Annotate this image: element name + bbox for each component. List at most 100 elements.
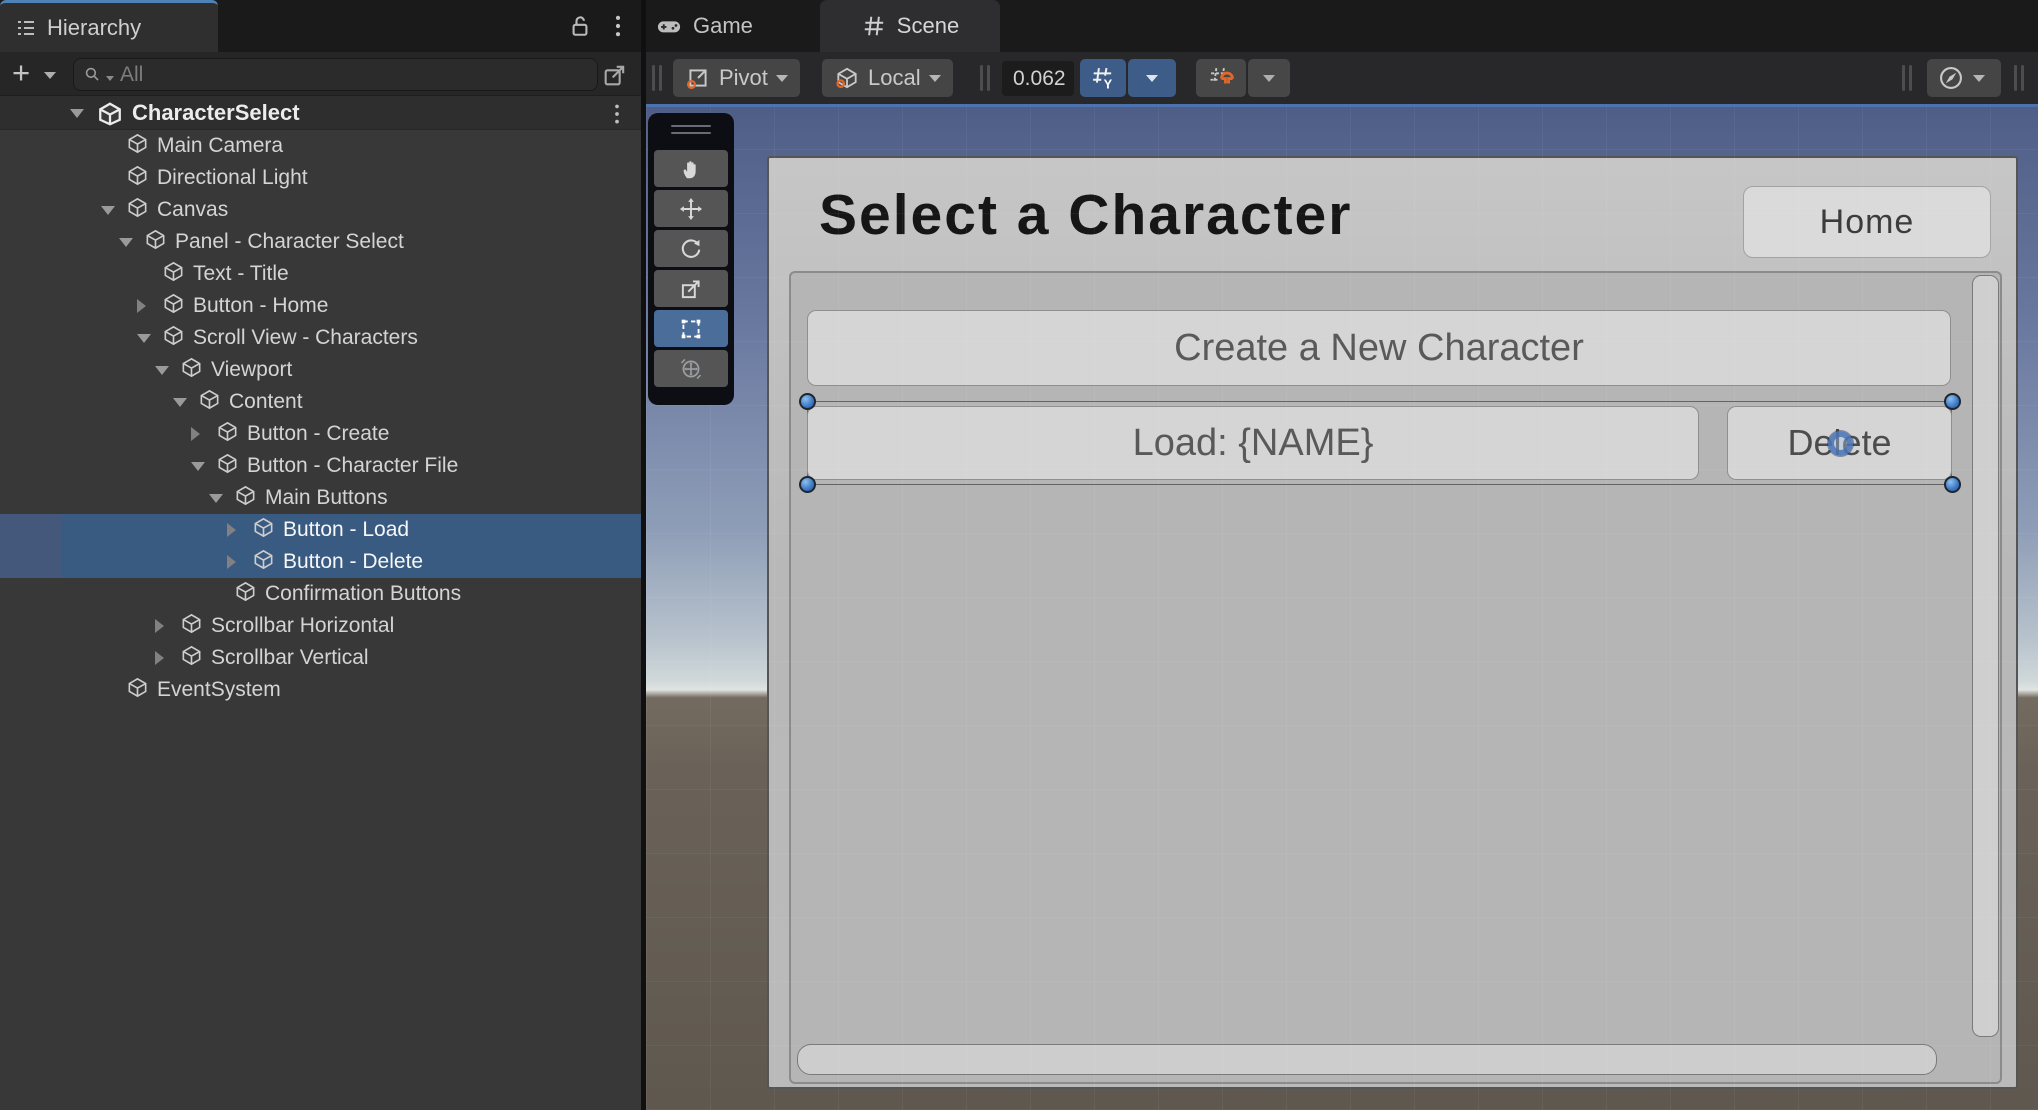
hierarchy-tree: CharacterSelect Main Camera Directional … (0, 96, 641, 1110)
add-object-dropdown-caret[interactable] (44, 72, 56, 79)
expand-arrow[interactable] (227, 555, 252, 569)
grid-snap-dropdown[interactable] (1248, 59, 1290, 97)
grid-visibility-dropdown[interactable] (1128, 59, 1176, 97)
home-button[interactable]: Home (1743, 186, 1991, 258)
expand-arrow[interactable] (101, 206, 126, 215)
tab-scene[interactable]: Scene (820, 0, 1000, 52)
toolbar-drag-handle[interactable] (652, 65, 664, 91)
hierarchy-row[interactable]: Main Camera (0, 130, 641, 162)
hierarchy-row[interactable]: Scrollbar Vertical (0, 642, 641, 674)
palette-drag-handle[interactable] (671, 125, 711, 139)
hierarchy-row[interactable]: Button - Home (0, 290, 641, 322)
rect-transform-tool-button[interactable] (654, 310, 728, 347)
hierarchy-row[interactable]: Main Buttons (0, 482, 641, 514)
hierarchy-row-label: Button - Character File (247, 454, 458, 478)
load-button[interactable]: Load: {NAME} (807, 406, 1699, 480)
selection-handle-bottom-right[interactable] (1944, 476, 1961, 493)
hierarchy-row-label: Button - Load (283, 518, 409, 542)
grid-size-field[interactable]: 0.062 (1002, 61, 1074, 96)
hierarchy-row[interactable]: Scroll View - Characters (0, 322, 641, 354)
search-filter-caret[interactable] (106, 76, 114, 81)
hierarchy-search-field[interactable] (73, 58, 598, 91)
lock-icon[interactable] (566, 12, 594, 45)
hierarchy-row[interactable]: Confirmation Buttons (0, 578, 641, 610)
expand-arrow[interactable] (137, 334, 162, 343)
grid-snap-button[interactable] (1196, 59, 1246, 97)
expand-arrow[interactable] (155, 619, 180, 633)
expand-arrow[interactable] (119, 238, 144, 247)
open-new-window-icon[interactable] (601, 61, 629, 89)
hierarchy-row[interactable]: Button - Create (0, 418, 641, 450)
hierarchy-row[interactable]: Scrollbar Horizontal (0, 610, 641, 642)
orientation-dropdown[interactable]: Local (822, 59, 953, 97)
gameobject-cube-icon (162, 292, 185, 320)
hierarchy-row-label: Button - Delete (283, 550, 423, 574)
hierarchy-row[interactable]: Viewport (0, 354, 641, 386)
chevron-down-icon (1263, 75, 1275, 82)
add-object-button[interactable]: + (12, 55, 30, 91)
pivot-icon (685, 65, 711, 91)
horizontal-scrollbar[interactable] (797, 1044, 1937, 1075)
selection-handle-bottom-left[interactable] (799, 476, 816, 493)
transform-tool-button[interactable] (654, 350, 728, 387)
expand-arrow[interactable] (191, 427, 216, 441)
gameobject-cube-icon (252, 516, 275, 544)
scene-root-expand-arrow[interactable] (70, 109, 84, 118)
hierarchy-rows: Main Camera Directional Light Canvas Pan… (0, 130, 641, 706)
grid-visibility-button[interactable]: Y (1080, 59, 1126, 97)
hierarchy-row[interactable]: Text - Title (0, 258, 641, 290)
expand-arrow[interactable] (227, 523, 252, 537)
hierarchy-row-label: Main Buttons (265, 486, 388, 510)
toolbar-drag-handle[interactable] (2014, 65, 2026, 91)
pivot-mode-dropdown[interactable]: Pivot (673, 59, 800, 97)
expand-arrow[interactable] (209, 494, 234, 503)
hierarchy-row[interactable]: Button - Delete (0, 546, 641, 578)
transform-icon (678, 356, 704, 382)
chevron-down-icon (776, 75, 788, 82)
hierarchy-row[interactable]: Button - Character File (0, 450, 641, 482)
vertical-scrollbar[interactable] (1972, 275, 1999, 1037)
gameobject-cube-icon (180, 356, 203, 384)
unity-editor-window: Hierarchy Game Scene + (0, 0, 2038, 1110)
hand-tool-button[interactable] (654, 150, 728, 187)
toolbar-drag-handle[interactable] (1902, 65, 1914, 91)
scene-viewport[interactable]: Select a Character Home Create a New Cha… (646, 104, 2038, 1110)
expand-arrow[interactable] (191, 462, 216, 471)
selection-handle-top-right[interactable] (1944, 393, 1961, 410)
hierarchy-row[interactable]: Panel - Character Select (0, 226, 641, 258)
expand-arrow[interactable] (155, 651, 180, 665)
move-tool-button[interactable] (654, 190, 728, 227)
local-axis-icon (834, 65, 860, 91)
scale-tool-button[interactable] (654, 270, 728, 307)
panel-title: Select a Character (819, 182, 1352, 248)
hierarchy-row[interactable]: Directional Light (0, 162, 641, 194)
tab-game[interactable]: Game (655, 0, 753, 52)
hierarchy-row[interactable]: Canvas (0, 194, 641, 226)
compass-icon (1937, 64, 1965, 92)
selection-handle-top-left[interactable] (799, 393, 816, 410)
scene-root-row[interactable]: CharacterSelect (0, 96, 641, 130)
gameobject-cube-icon (144, 228, 167, 256)
move-icon (678, 196, 704, 222)
expand-arrow[interactable] (137, 299, 162, 313)
hierarchy-row-label: Content (229, 390, 303, 414)
gameobject-cube-icon (126, 676, 149, 704)
scene-kebab-icon[interactable] (604, 101, 630, 132)
expand-arrow[interactable] (155, 366, 180, 375)
pivot-indicator[interactable] (1828, 431, 1853, 456)
hierarchy-row[interactable]: EventSystem (0, 674, 641, 706)
scene-camera-dropdown[interactable] (1927, 59, 2001, 97)
scene-root-name: CharacterSelect (132, 100, 300, 126)
hierarchy-row[interactable]: Content (0, 386, 641, 418)
characters-scroll-view: Create a New Character Load: {NAME} Dele… (789, 271, 2002, 1084)
tab-game-label: Game (693, 13, 753, 39)
expand-arrow[interactable] (173, 398, 198, 407)
hierarchy-menu-kebab-icon[interactable] (604, 12, 632, 45)
rotate-tool-button[interactable] (654, 230, 728, 267)
gameobject-cube-icon (198, 388, 221, 416)
create-character-button[interactable]: Create a New Character (807, 310, 1951, 386)
search-input[interactable] (118, 62, 548, 88)
tab-hierarchy[interactable]: Hierarchy (0, 0, 218, 52)
hierarchy-row[interactable]: Button - Load (0, 514, 641, 546)
grid-axis-icon: Y (1089, 64, 1117, 92)
